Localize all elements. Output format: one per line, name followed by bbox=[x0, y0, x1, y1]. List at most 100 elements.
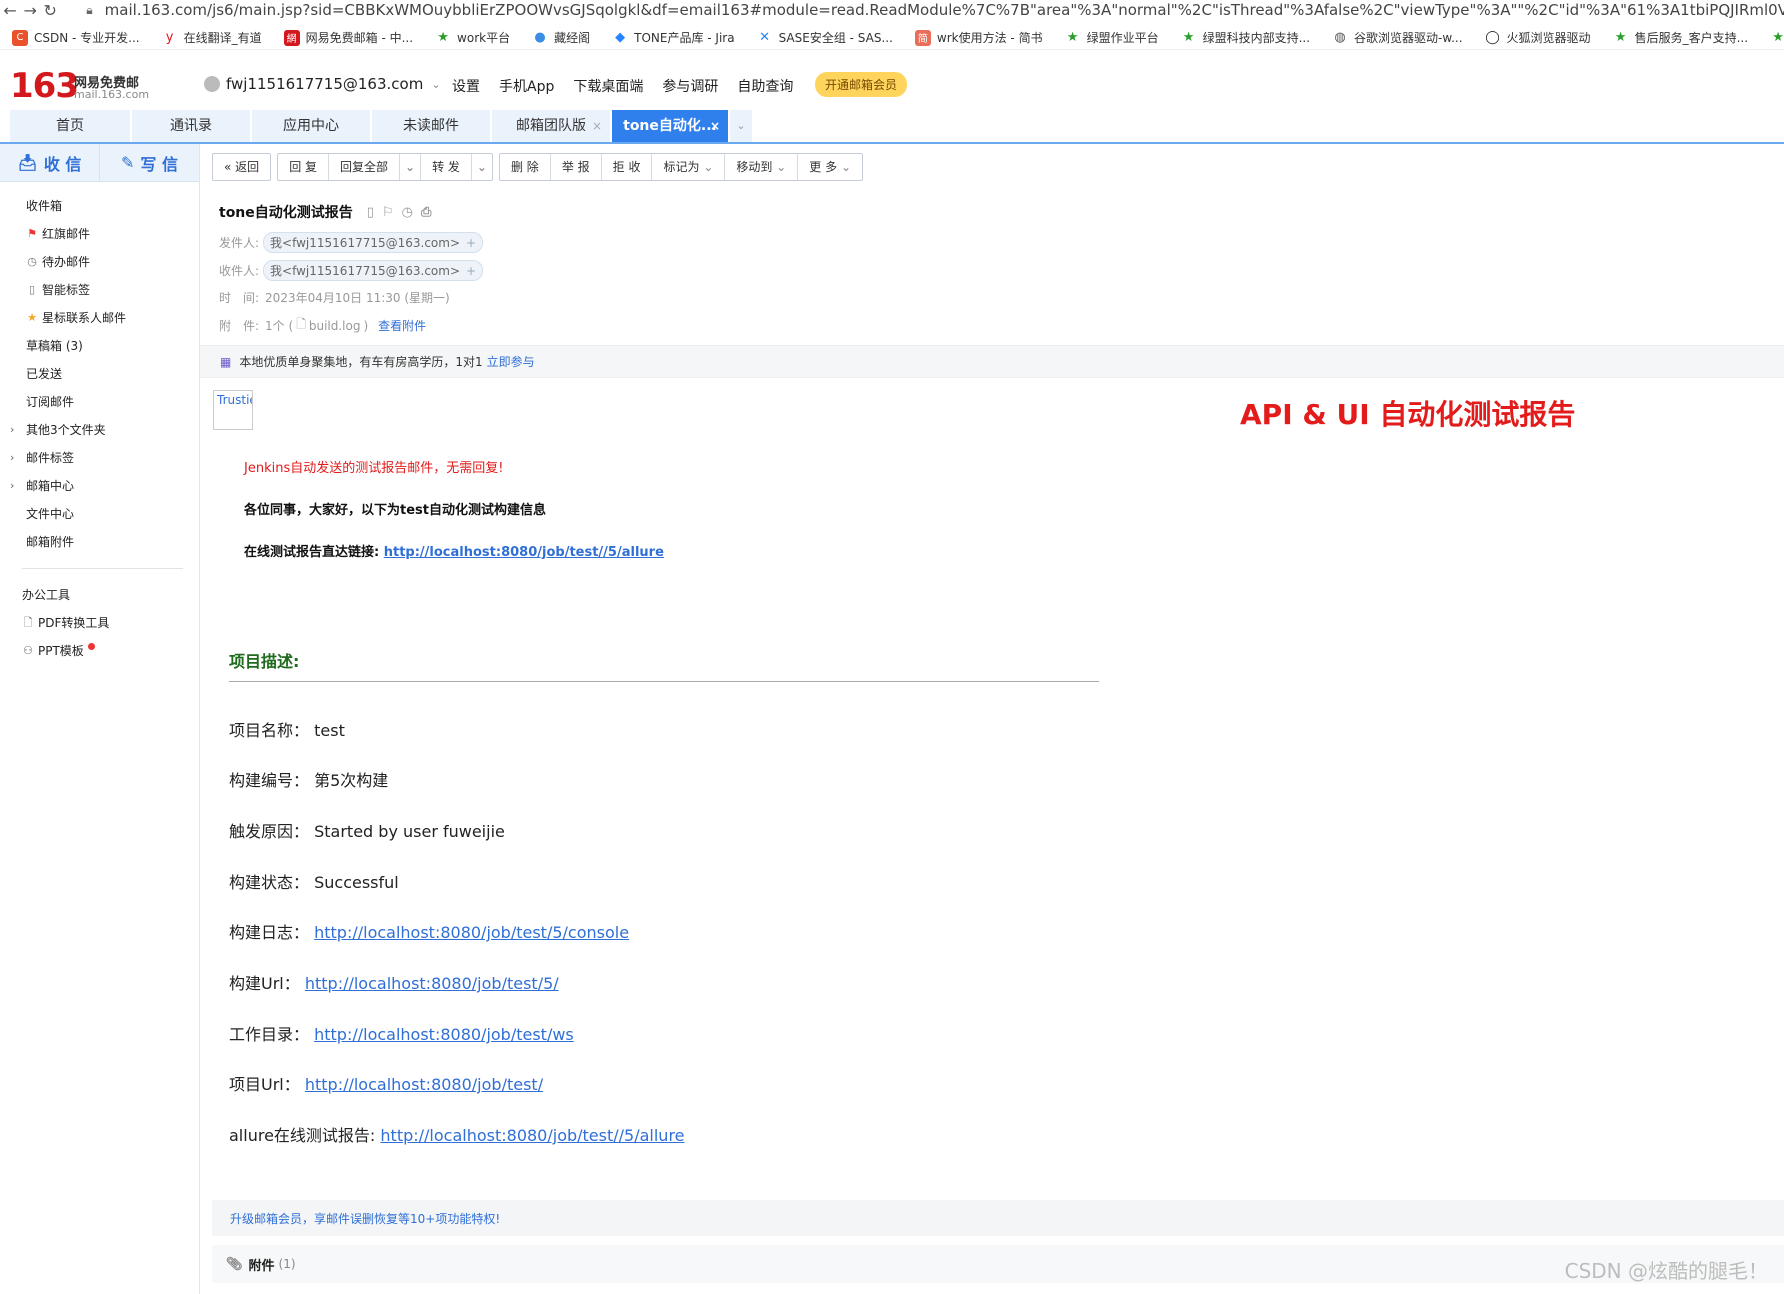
tab-tone-report[interactable]: tone自动化... × bbox=[612, 110, 728, 142]
report-link[interactable]: http://localhost:8080/job/test//5/allure bbox=[384, 545, 664, 560]
tab-label: 邮箱团队版 bbox=[516, 118, 586, 134]
view-attachment-link[interactable]: 查看附件 bbox=[378, 317, 426, 334]
sidebar-item-subscriptions[interactable]: 订阅邮件 bbox=[0, 388, 199, 416]
bookmark-item[interactable]: ● 藏经阁 bbox=[532, 29, 590, 46]
sidebar-item-todo[interactable]: ◷ 待办邮件 bbox=[0, 248, 199, 276]
bookmark-icon[interactable]: ▯ bbox=[367, 205, 374, 220]
tab-more-chevron-icon[interactable]: ⌄ bbox=[730, 110, 752, 142]
sidebar-item-inbox[interactable]: 收件箱 bbox=[0, 192, 199, 220]
sidebar-item-mail-center[interactable]: › 邮箱中心 bbox=[0, 472, 199, 500]
bookmark-item[interactable]: ★ 绿盟科技内部支持... bbox=[1181, 29, 1310, 46]
mail-toolbar: « 返回 回 复 回复全部 ⌄ 转 发 ⌄ 删 除 举 报 拒 收 标记为 ⌄ … bbox=[212, 153, 869, 181]
bookmark-item[interactable]: ★10.42.42. bbox=[1770, 30, 1784, 46]
url-text[interactable]: mail.163.com/js6/main.jsp?sid=CBBKxWMOuy… bbox=[105, 1, 1784, 19]
upgrade-banner[interactable]: 升级邮箱会员，享邮件误删恢复等10+项功能特权! bbox=[212, 1200, 1784, 1236]
tab-app-center[interactable]: 应用中心 bbox=[252, 110, 370, 142]
link-survey[interactable]: 参与调研 bbox=[662, 76, 718, 96]
project-url-link[interactable]: http://localhost:8080/job/test/ bbox=[305, 1075, 543, 1094]
bookmark-item[interactable]: ◯ 火狐浏览器驱动 bbox=[1485, 29, 1590, 46]
recipient-pill[interactable]: 我<fwj1151617715@163.com> + bbox=[263, 260, 484, 281]
tab-label: 通讯录 bbox=[170, 118, 212, 134]
chrome-icon: ● bbox=[534, 30, 546, 45]
tab-contacts[interactable]: 通讯录 bbox=[132, 110, 250, 142]
ad-link[interactable]: 立即参与 bbox=[487, 353, 535, 370]
account-menu[interactable]: fwj1151617715@163.com ⌄ bbox=[204, 75, 441, 93]
sidebar-item-smart-tag[interactable]: ▯ 智能标签 bbox=[0, 276, 199, 304]
forward-button[interactable]: 转 发 bbox=[421, 154, 472, 180]
move-to-button[interactable]: 移动到 ⌄ bbox=[725, 154, 799, 180]
bookmark-item[interactable]: 简 wrk使用方法 - 简书 bbox=[914, 29, 1043, 46]
bookmark-item[interactable]: y 在线翻译_有道 bbox=[162, 29, 262, 46]
bookmark-item[interactable]: ◆ TONE产品库 - Jira bbox=[612, 29, 734, 46]
sidebar-item-other-folders[interactable]: › 其他3个文件夹 bbox=[0, 416, 199, 444]
tool-pdf[interactable]: 🗋︎ PDF转换工具 bbox=[0, 609, 199, 637]
attachment-row: 附 件: 1个 ( 🗋︎ build.log ) 查看附件 bbox=[219, 315, 426, 336]
time-row: 时 间: 2023年04月10日 11:30 (星期一) bbox=[219, 289, 450, 306]
sidebar-item-label: 星标联系人邮件 bbox=[42, 311, 127, 325]
logo-163[interactable]: 163 bbox=[10, 66, 79, 106]
reply-dropdown-chevron-icon[interactable]: ⌄ bbox=[400, 154, 422, 180]
browser-address-bar[interactable]: ← → ↻ 🔒︎ mail.163.com/js6/main.jsp?sid=C… bbox=[0, 0, 1784, 20]
row-label: 项目Url： bbox=[229, 1075, 300, 1094]
sidebar-item-star-contacts[interactable]: ★ 星标联系人邮件 bbox=[0, 304, 199, 332]
allure-link[interactable]: http://localhost:8080/job/test//5/allure bbox=[380, 1126, 684, 1145]
bookmark-item[interactable]: ★ 售后服务_客户支持... bbox=[1613, 29, 1748, 46]
clock-icon[interactable]: ◷ bbox=[402, 205, 413, 220]
more-button[interactable]: 更 多 ⌄ bbox=[798, 154, 862, 180]
sidebar-item-label: 其他3个文件夹 bbox=[26, 423, 106, 437]
mail-subject-row: tone自动化测试报告 ▯ ⚐ ◷ ⎙ bbox=[219, 202, 431, 222]
attach-file[interactable]: build.log bbox=[309, 319, 361, 333]
reply-all-button[interactable]: 回复全部 bbox=[329, 154, 401, 180]
link-self-service[interactable]: 自助查询 bbox=[737, 76, 793, 96]
print-icon[interactable]: ⎙ bbox=[421, 205, 431, 220]
reject-button[interactable]: 拒 收 bbox=[602, 154, 653, 180]
flag-icon[interactable]: ⚐ bbox=[382, 205, 394, 220]
link-settings[interactable]: 设置 bbox=[452, 76, 480, 96]
csdn-icon: C bbox=[12, 29, 28, 46]
tab-home[interactable]: 首页 bbox=[10, 110, 130, 142]
reply-button[interactable]: 回 复 bbox=[278, 154, 330, 180]
build-log-link[interactable]: http://localhost:8080/job/test/5/console bbox=[314, 923, 629, 942]
row-label: allure在线测试报告: bbox=[229, 1126, 376, 1145]
bookmark-item[interactable]: ★ work平台 bbox=[435, 29, 510, 46]
back-arrow-icon[interactable]: ← bbox=[0, 1, 20, 20]
link-desktop[interactable]: 下载桌面端 bbox=[573, 76, 643, 96]
vip-button[interactable]: 开通邮箱会员 bbox=[815, 72, 908, 97]
bookmark-item[interactable]: ✕ SASE安全组 - SAS... bbox=[757, 29, 893, 46]
close-icon[interactable]: × bbox=[710, 110, 720, 142]
to-label: 收件人: bbox=[219, 264, 260, 278]
build-url-link[interactable]: http://localhost:8080/job/test/5/ bbox=[305, 974, 559, 993]
row-label: 构建日志： bbox=[229, 923, 310, 942]
forward-arrow-icon[interactable]: → bbox=[20, 1, 40, 20]
mark-as-button[interactable]: 标记为 ⌄ bbox=[652, 154, 726, 180]
bookmark-item[interactable]: C CSDN - 专业开发... bbox=[12, 29, 140, 46]
delete-button[interactable]: 删 除 bbox=[500, 154, 551, 180]
sidebar-item-file-center[interactable]: 文件中心 bbox=[0, 500, 199, 528]
sidebar-item-mail-tags[interactable]: › 邮件标签 bbox=[0, 444, 199, 472]
add-contact-icon[interactable]: + bbox=[466, 236, 476, 250]
receive-label: 收 信 bbox=[43, 154, 82, 174]
sidebar-item-red-flag[interactable]: ⚑ 红旗邮件 bbox=[0, 220, 199, 248]
close-icon[interactable]: × bbox=[592, 110, 602, 142]
link-mobile-app[interactable]: 手机App bbox=[499, 76, 554, 96]
sidebar-item-attachments[interactable]: 邮箱附件 bbox=[0, 528, 199, 556]
compose-button[interactable]: ✎ 写 信 bbox=[99, 144, 199, 181]
sidebar-item-sent[interactable]: 已发送 bbox=[0, 360, 199, 388]
time-label: 时 间: bbox=[219, 291, 260, 305]
sidebar-item-drafts[interactable]: 草稿箱 (3) bbox=[0, 332, 199, 360]
forward-dropdown-chevron-icon[interactable]: ⌄ bbox=[472, 154, 492, 180]
report-button[interactable]: 举 报 bbox=[551, 154, 602, 180]
workspace-link[interactable]: http://localhost:8080/job/test/ws bbox=[314, 1025, 574, 1044]
sidebar-actions: 📥︎ 收 信 ✎ 写 信 bbox=[0, 144, 199, 182]
tab-team[interactable]: 邮箱团队版 × bbox=[492, 110, 610, 142]
back-button[interactable]: « 返回 bbox=[213, 154, 270, 180]
bookmark-item[interactable]: ◍ 谷歌浏览器驱动-w... bbox=[1332, 29, 1462, 46]
reload-icon[interactable]: ↻ bbox=[40, 1, 60, 20]
tool-ppt[interactable]: ⚇ PPT模板 bbox=[0, 637, 199, 665]
sender-pill[interactable]: 我<fwj1151617715@163.com> + bbox=[263, 232, 484, 253]
bookmark-item[interactable]: ★ 绿盟作业平台 bbox=[1065, 29, 1159, 46]
bookmark-item[interactable]: 網网易免费邮箱 - 中... bbox=[283, 29, 413, 46]
add-contact-icon[interactable]: + bbox=[466, 264, 476, 278]
tab-unread[interactable]: 未读邮件 bbox=[372, 110, 490, 142]
receive-button[interactable]: 📥︎ 收 信 bbox=[0, 144, 99, 181]
